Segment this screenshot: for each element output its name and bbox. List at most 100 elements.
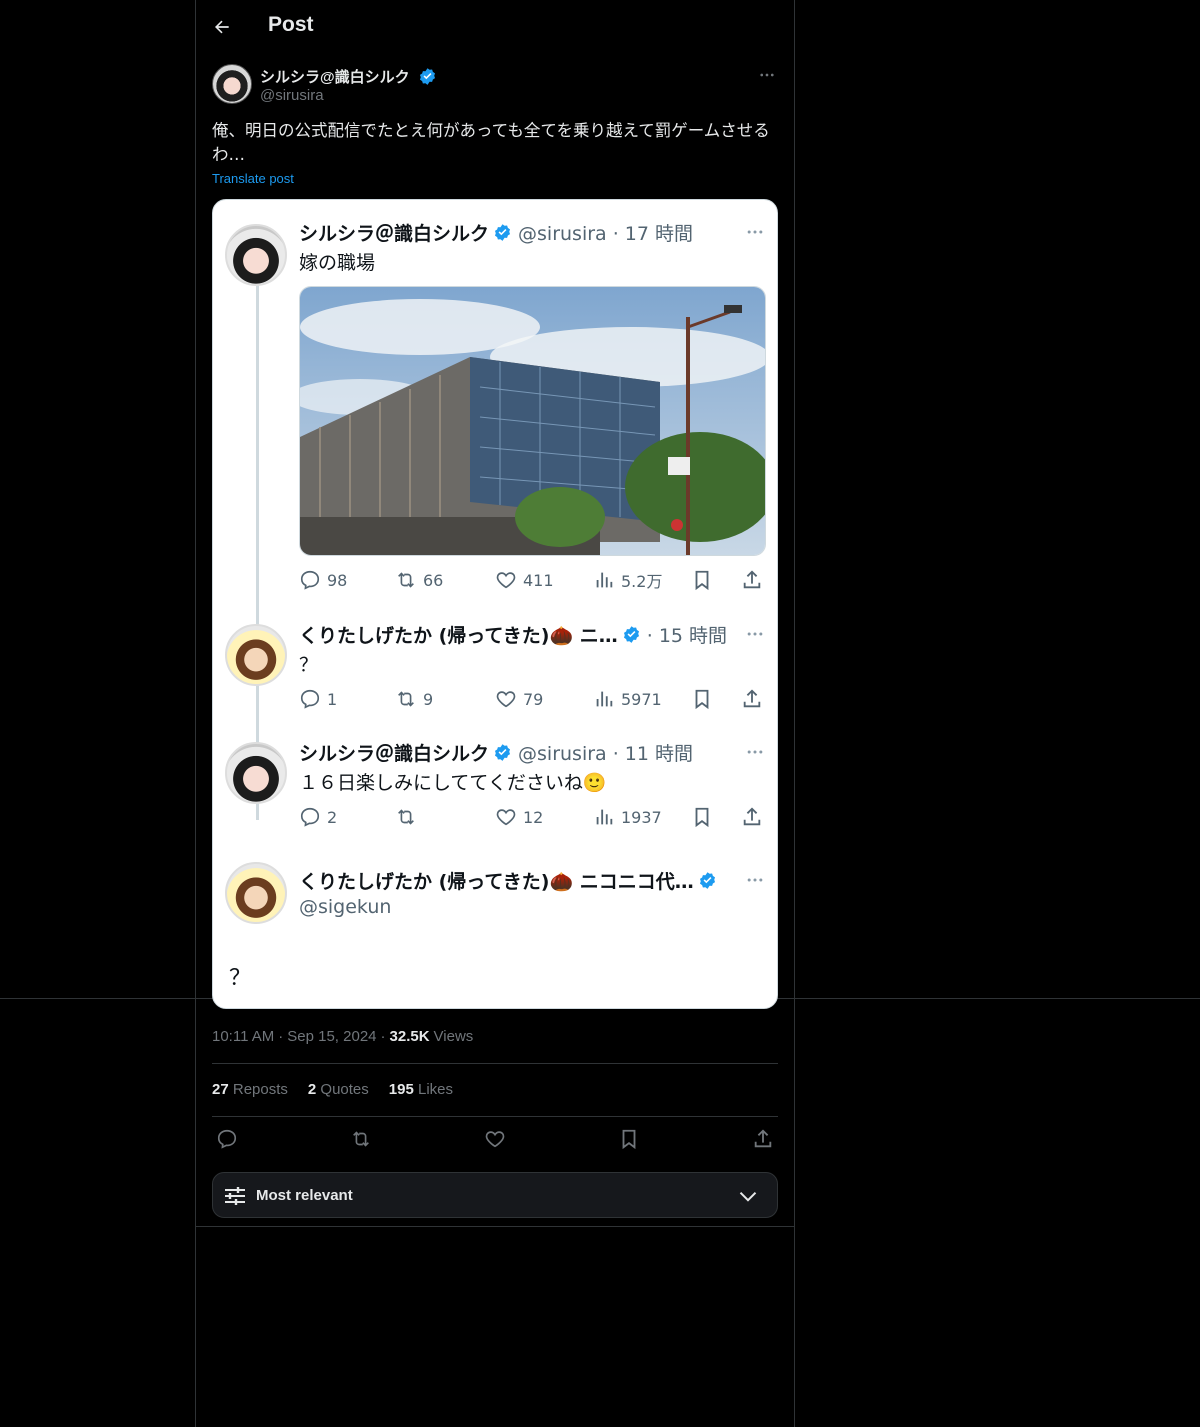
post-time[interactable]: 10:11 AM bbox=[212, 1028, 274, 1045]
repost-count: 66 bbox=[423, 570, 444, 590]
share-icon bbox=[743, 570, 761, 589]
tweet-header: くりたしげたか (帰ってきた)🌰 ニコニコ代… bbox=[299, 866, 717, 894]
reply-icon bbox=[300, 570, 320, 590]
author-name[interactable]: シルシラ@識白シルク bbox=[260, 66, 410, 87]
like-stat: 12 bbox=[495, 804, 543, 830]
views-count: 1937 bbox=[621, 807, 662, 827]
heart-icon bbox=[496, 809, 516, 826]
tweet-photo bbox=[299, 286, 766, 556]
heart-icon bbox=[496, 572, 516, 589]
more-options-icon bbox=[747, 750, 763, 754]
back-arrow-icon[interactable] bbox=[212, 17, 232, 37]
tweet-meta: · 15 時間 bbox=[646, 624, 728, 647]
author-name-row[interactable]: シルシラ@識白シルク bbox=[260, 66, 437, 87]
top-bar: Post bbox=[212, 0, 314, 54]
reposts-stat[interactable]: 27 Reposts bbox=[212, 1081, 288, 1098]
share-icon bbox=[743, 689, 761, 708]
tweet-author-name: くりたしげたか (帰ってきた)🌰 ニ… bbox=[299, 624, 618, 647]
tweet-text: 嫁の職場 bbox=[299, 252, 376, 274]
post-date[interactable]: Sep 15, 2024 bbox=[287, 1028, 376, 1045]
likes-count: 195 bbox=[388, 1081, 414, 1098]
tweet-header: シルシラ＠識白シルク @sirusira · 11 時間 bbox=[299, 738, 693, 766]
chevron-down-icon bbox=[739, 1191, 757, 1202]
avatar bbox=[225, 862, 287, 924]
tweet-actions: 98 66 411 5.2万 bbox=[299, 567, 769, 593]
views-count: 5.2万 bbox=[621, 572, 663, 591]
tweet-meta: @sirusira · 17 時間 bbox=[518, 222, 694, 245]
heart-icon[interactable] bbox=[484, 1128, 506, 1150]
likes-stat[interactable]: 195 Likes bbox=[389, 1081, 453, 1098]
views-icon bbox=[596, 691, 613, 707]
divider bbox=[195, 1226, 795, 1227]
repost-stat: 66 bbox=[395, 567, 443, 593]
reposts-label: Reposts bbox=[232, 1081, 288, 1098]
reply-icon[interactable] bbox=[216, 1128, 238, 1150]
reply-sort-dropdown[interactable]: Most relevant bbox=[212, 1172, 778, 1218]
translate-post-link[interactable]: Translate post bbox=[212, 171, 294, 186]
heart-icon bbox=[496, 691, 516, 708]
tweet-author-name: シルシラ＠識白シルク bbox=[299, 742, 490, 765]
verified-badge-icon bbox=[623, 625, 639, 643]
reply-icon bbox=[300, 689, 320, 709]
like-stat: 79 bbox=[495, 686, 543, 712]
post-author: シルシラ@識白シルク @sirusira bbox=[212, 64, 778, 106]
page-title: Post bbox=[268, 13, 314, 36]
reply-count: 1 bbox=[327, 689, 338, 709]
more-options-icon bbox=[747, 230, 763, 234]
views-icon bbox=[596, 809, 613, 825]
avatar[interactable] bbox=[212, 64, 252, 104]
post-meta: 10:11 AM · Sep 15, 2024 · 32.5K Views bbox=[212, 1028, 473, 1045]
more-options-icon[interactable] bbox=[758, 66, 776, 84]
divider bbox=[212, 1116, 778, 1117]
like-count: 411 bbox=[523, 570, 554, 590]
reply-stat: 2 bbox=[299, 804, 337, 830]
attached-screenshot[interactable]: シルシラ＠識白シルク @sirusira · 17 時間 嫁の職場 98 66 … bbox=[212, 199, 778, 1009]
tweet-text: ？ bbox=[229, 966, 252, 991]
reply-count: 2 bbox=[327, 807, 338, 827]
tweet-actions: 2 12 1937 bbox=[299, 804, 769, 830]
views-stat: 1937 bbox=[593, 804, 662, 830]
quotes-label: Quotes bbox=[320, 1081, 369, 1098]
tweet-header: くりたしげたか (帰ってきた)🌰 ニ… · 15 時間 bbox=[299, 620, 727, 648]
tweet-text: １６日楽しみにしててくださいね🙂 bbox=[299, 772, 607, 794]
likes-label: Likes bbox=[417, 1081, 454, 1098]
reply-icon bbox=[300, 807, 320, 827]
author-handle[interactable]: @sirusira bbox=[260, 87, 324, 104]
sort-label: Most relevant bbox=[256, 1187, 353, 1204]
tweet-author-name: くりたしげたか (帰ってきた)🌰 ニコニコ代… bbox=[299, 870, 694, 893]
sliders-icon bbox=[225, 1187, 245, 1205]
avatar bbox=[225, 624, 287, 686]
tweet-meta: @sirusira · 11 時間 bbox=[518, 742, 694, 765]
quotes-stat[interactable]: 2 Quotes bbox=[308, 1081, 369, 1098]
tweet-text: ？ bbox=[299, 654, 319, 676]
tweet-actions: 1 9 79 5971 bbox=[299, 686, 769, 712]
verified-badge-icon bbox=[699, 871, 715, 889]
repost-stat: 9 bbox=[395, 686, 433, 712]
views-label: Views bbox=[433, 1028, 474, 1045]
like-count: 12 bbox=[523, 807, 544, 827]
quotes-count: 2 bbox=[307, 1081, 317, 1098]
repost-icon bbox=[398, 572, 414, 588]
post-actions bbox=[212, 1126, 778, 1154]
views-stat: 5971 bbox=[593, 686, 662, 712]
separator-dot: · bbox=[278, 1028, 284, 1045]
share-icon[interactable] bbox=[752, 1128, 774, 1150]
reposts-count: 27 bbox=[212, 1081, 229, 1098]
tweet-header: シルシラ＠識白シルク @sirusira · 17 時間 bbox=[299, 218, 693, 246]
reply-stat: 1 bbox=[299, 686, 337, 712]
more-options-icon bbox=[747, 632, 763, 636]
repost-icon[interactable] bbox=[350, 1128, 372, 1150]
reply-count: 98 bbox=[327, 570, 348, 590]
bookmark-icon bbox=[695, 570, 709, 591]
post-text: 俺、明日の公式配信でたとえ何があっても全てを乗り越えて罰ゲームさせるわ… bbox=[212, 121, 770, 164]
views-count: 5971 bbox=[621, 689, 662, 709]
share-icon bbox=[743, 807, 761, 826]
verified-badge-icon bbox=[494, 743, 511, 761]
repost-count: 9 bbox=[423, 689, 434, 709]
views-icon bbox=[596, 572, 613, 588]
avatar bbox=[225, 742, 287, 804]
avatar bbox=[225, 224, 287, 286]
bookmark-icon[interactable] bbox=[618, 1128, 640, 1150]
bookmark-icon bbox=[695, 807, 709, 828]
like-stat: 411 bbox=[495, 567, 554, 593]
